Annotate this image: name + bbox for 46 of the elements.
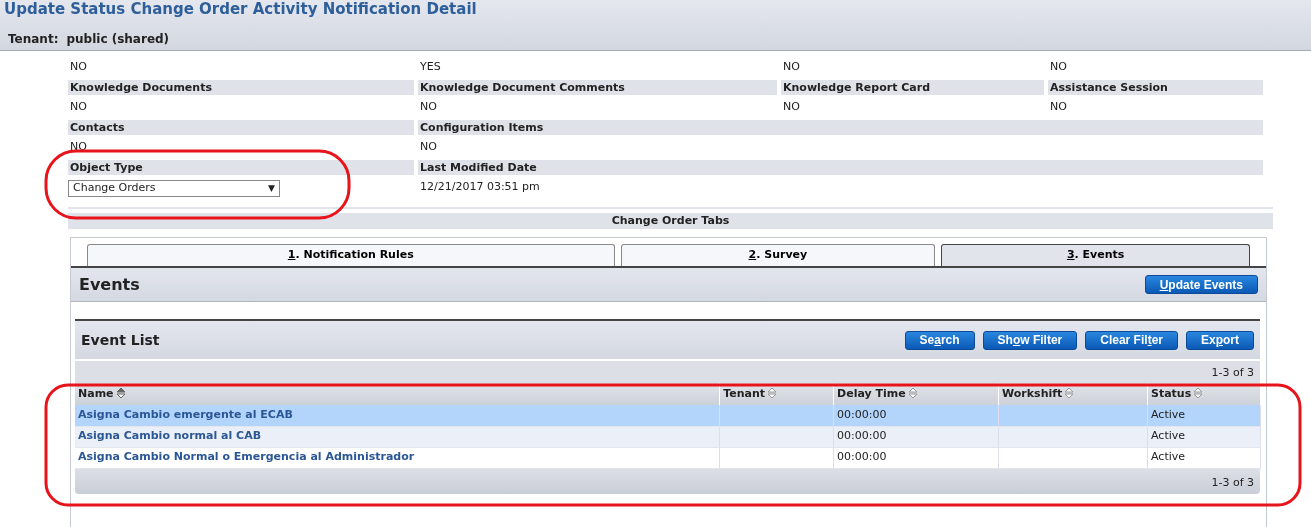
object-type-select[interactable]: Change Orders ▼ <box>68 180 280 197</box>
section-header: Change Order Tabs <box>68 213 1273 229</box>
column-header[interactable]: Workshift <box>998 383 1148 405</box>
event-name-link[interactable]: Asigna Cambio Normal o Emergencia al Administrador <box>75 447 720 468</box>
field-value: YES <box>419 59 442 75</box>
field-value: NO <box>69 99 88 115</box>
list-title: Event List <box>81 330 160 350</box>
field-label: Configuration Items <box>418 120 1263 135</box>
field-label: Assistance Session <box>1048 80 1263 95</box>
field-label: Knowledge Document Comments <box>418 80 777 95</box>
panel-title: Events <box>79 273 140 296</box>
pager-text: 1-3 of 3 <box>75 468 1260 494</box>
update-events-button[interactable]: Update Events <box>1144 275 1258 294</box>
toolbar-button[interactable]: Export <box>1185 330 1254 350</box>
tab[interactable]: 1. Notification Rules <box>87 244 615 266</box>
field-label: Object Type <box>68 160 414 175</box>
field-value: NO <box>419 139 438 155</box>
pager-text: 1-3 of 3 <box>75 361 1260 383</box>
table-cell: 00:00:00 <box>833 405 999 426</box>
event-name-link[interactable]: Asigna Cambio emergente al ECAB <box>75 405 720 426</box>
toolbar-button[interactable]: Show Filter <box>982 330 1078 350</box>
field-label: Last Modified Date <box>418 160 1263 175</box>
field-value: NO <box>1049 99 1068 115</box>
field-label: Knowledge Report Card <box>781 80 1044 95</box>
page-title: Update Status Change Order Activity Notification Detail <box>4 0 477 18</box>
column-header[interactable]: Name <box>75 383 720 405</box>
event-name-link[interactable]: Asigna Cambio normal al CAB <box>75 426 720 447</box>
tenant-label: Tenant: <box>8 30 59 48</box>
table-cell: Active <box>1147 405 1261 426</box>
field-value: NO <box>419 99 438 115</box>
field-label: Contacts <box>68 120 414 135</box>
tab[interactable]: 3. Events <box>941 244 1250 266</box>
field-label: Knowledge Documents <box>68 80 414 95</box>
field-value: NO <box>1049 59 1068 75</box>
toolbar-button[interactable]: Search <box>904 330 975 350</box>
tenant-value: public (shared) <box>66 30 170 48</box>
column-header[interactable]: Delay Time <box>833 383 999 405</box>
field-value: NO <box>69 139 88 155</box>
field-value: 12/21/2017 03:51 pm <box>419 179 541 195</box>
field-value: NO <box>69 59 88 75</box>
tab[interactable]: 2. Survey <box>620 244 936 266</box>
field-value: NO <box>782 99 801 115</box>
table-cell: 00:00:00 <box>833 447 999 468</box>
field-value: NO <box>782 59 801 75</box>
toolbar-button[interactable]: Clear Filter <box>1085 330 1178 350</box>
table-cell: Active <box>1147 447 1261 468</box>
